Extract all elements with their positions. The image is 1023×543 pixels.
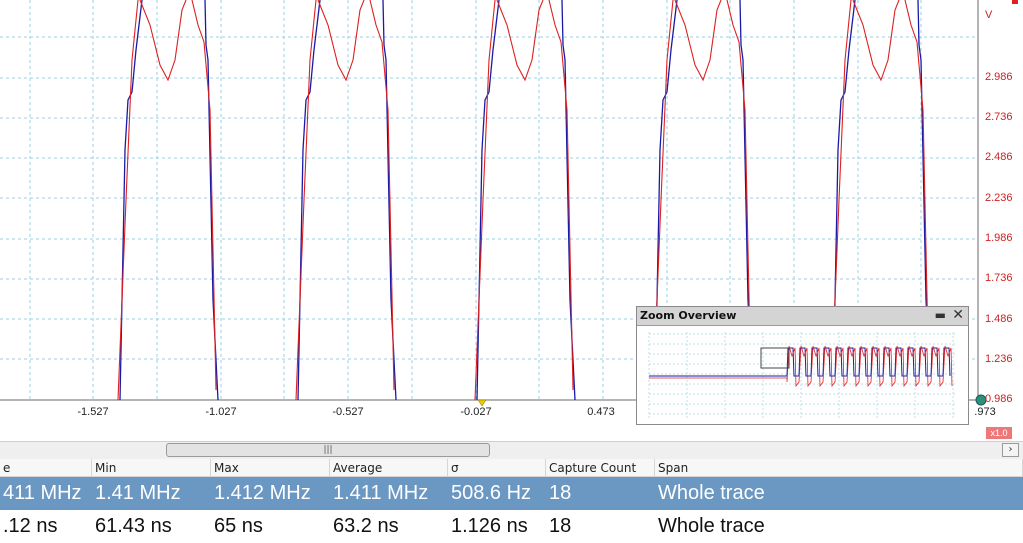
column-header[interactable]: Capture Count xyxy=(546,459,655,477)
y-unit-label: V xyxy=(985,9,993,21)
x-tick-label: -1.027 xyxy=(205,406,237,418)
y-tick-label: 2.986 xyxy=(985,71,1013,83)
column-header[interactable]: σ xyxy=(448,459,546,477)
zoom-overview-title: Zoom Overview xyxy=(637,307,968,326)
table-cell: 1.41 MHz xyxy=(95,482,181,504)
scrollbar-thumb[interactable]: ||| xyxy=(166,443,490,457)
table-cell: 1.411 MHz xyxy=(333,482,429,504)
close-icon[interactable]: ✕ xyxy=(952,307,964,323)
y-tick-label: 2.486 xyxy=(985,151,1013,163)
table-cell: 1.126 ns xyxy=(451,515,528,537)
table-cell: Whole trace xyxy=(658,482,765,504)
x-tick-label: -1.527 xyxy=(77,406,109,418)
horizontal-scrollbar[interactable]: ||| › xyxy=(0,441,1023,459)
column-header[interactable]: Min xyxy=(92,459,211,477)
x-tick-label: -0.527 xyxy=(332,406,364,418)
table-cell: 1.412 MHz xyxy=(214,482,311,504)
table-cell: 65 ns xyxy=(214,515,263,537)
zoom-factor-badge: x1.0 xyxy=(986,427,1012,439)
table-cell: 61.43 ns xyxy=(95,515,172,537)
table-cell: 508.6 Hz xyxy=(451,482,532,504)
column-header[interactable]: e xyxy=(0,459,92,477)
table-row[interactable]: .12 ns 61.43 ns 65 ns 63.2 ns 1.126 ns 1… xyxy=(0,510,1023,543)
column-header[interactable]: Average xyxy=(330,459,448,477)
column-header[interactable]: Max xyxy=(211,459,330,477)
table-cell: Whole trace xyxy=(658,515,765,537)
table-cell: .12 ns xyxy=(3,515,58,537)
table-cell: 411 MHz xyxy=(3,482,82,504)
y-tick-label: 1.986 xyxy=(985,232,1013,244)
y-tick-label: 1.736 xyxy=(985,272,1013,284)
x-tick-label: 0.473 xyxy=(587,406,615,418)
measurements-table[interactable]: e Min Max Average σ Capture Count Span 4… xyxy=(0,459,1023,537)
y-tick-label: 1.486 xyxy=(985,313,1013,325)
top-right-marker-icon xyxy=(1012,0,1018,4)
x-tick-label: .973 xyxy=(974,406,996,418)
y-tick-label: 1.236 xyxy=(985,353,1013,365)
y-tick-label: 2.736 xyxy=(985,111,1013,123)
y-tick-label: 0.986 xyxy=(985,393,1013,405)
y-tick-label: 2.236 xyxy=(985,192,1013,204)
table-cell: 18 xyxy=(549,515,572,537)
grip-icon: ||| xyxy=(323,445,333,455)
chevron-right-icon: › xyxy=(1008,444,1013,455)
scroll-right-button[interactable]: › xyxy=(1002,443,1019,457)
zoom-overview-title-text: Zoom Overview xyxy=(640,309,737,322)
table-row[interactable]: 411 MHz 1.41 MHz 1.412 MHz 1.411 MHz 508… xyxy=(0,477,1023,510)
zoom-overview-plot[interactable] xyxy=(637,326,968,424)
table-cell: 18 xyxy=(549,482,572,504)
zoom-overview-panel[interactable]: Zoom Overview ▬ ✕ xyxy=(636,306,969,425)
table-cell: 63.2 ns xyxy=(333,515,399,537)
zoom-window-box[interactable] xyxy=(760,347,790,369)
x-tick-label: -0.027 xyxy=(460,406,492,418)
column-header[interactable]: Span xyxy=(655,459,1023,477)
minimize-icon[interactable]: ▬ xyxy=(935,308,946,322)
